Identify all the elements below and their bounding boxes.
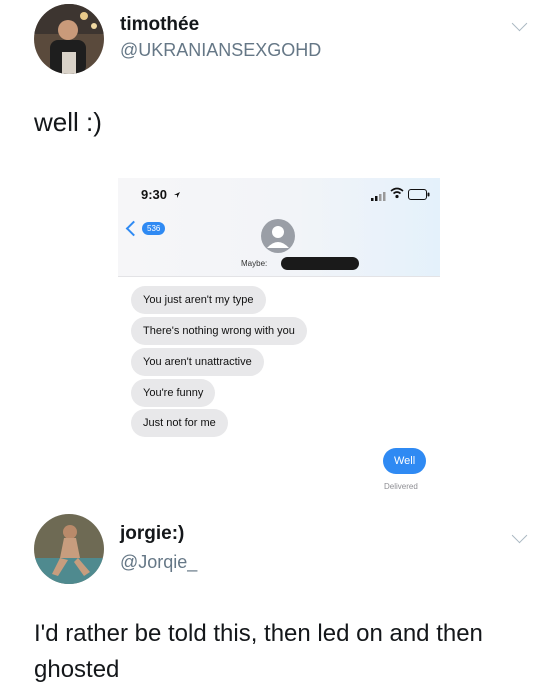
- message-bubble-sent: Well: [383, 448, 427, 474]
- message-bubble-received: You aren't unattractive: [131, 348, 264, 376]
- back-button[interactable]: 536: [125, 220, 166, 237]
- chevron-down-icon[interactable]: [511, 15, 528, 32]
- chevron-down-icon[interactable]: [511, 527, 528, 544]
- tweet-text: well :): [34, 107, 102, 137]
- location-arrow-icon: [173, 192, 180, 198]
- chevron-left-icon: [125, 220, 142, 237]
- avatar-jorgie[interactable]: [34, 514, 104, 584]
- tweet-text: I'd rather be told this, then led on and…: [34, 620, 483, 683]
- contact-name[interactable]: Maybe:: [241, 259, 267, 268]
- status-time: 9:30: [141, 187, 181, 202]
- battery-icon: [408, 187, 430, 205]
- redaction-bar: [281, 257, 359, 270]
- wifi-icon: [390, 186, 404, 204]
- user-handle[interactable]: @Jorqie_: [120, 552, 197, 573]
- message-bubble-received: You just aren't my type: [131, 286, 266, 314]
- message-bubble-received: Just not for me: [131, 409, 228, 437]
- message-bubble-received: There's nothing wrong with you: [131, 317, 307, 345]
- unread-badge: 536: [142, 222, 166, 235]
- message-bubble-received: You're funny: [131, 379, 216, 407]
- contact-avatar-icon[interactable]: [261, 219, 295, 258]
- display-name[interactable]: jorgie:): [120, 523, 184, 545]
- avatar-timothee[interactable]: [34, 4, 104, 74]
- user-handle[interactable]: @UKRANIANSEXGOHD: [120, 40, 321, 61]
- delivered-status: Delivered: [384, 482, 418, 491]
- attached-image[interactable]: 9:30 536 Maybe: You just aren't my type …: [118, 178, 440, 500]
- display-name[interactable]: timothée: [120, 14, 199, 36]
- signal-icon: [371, 188, 387, 206]
